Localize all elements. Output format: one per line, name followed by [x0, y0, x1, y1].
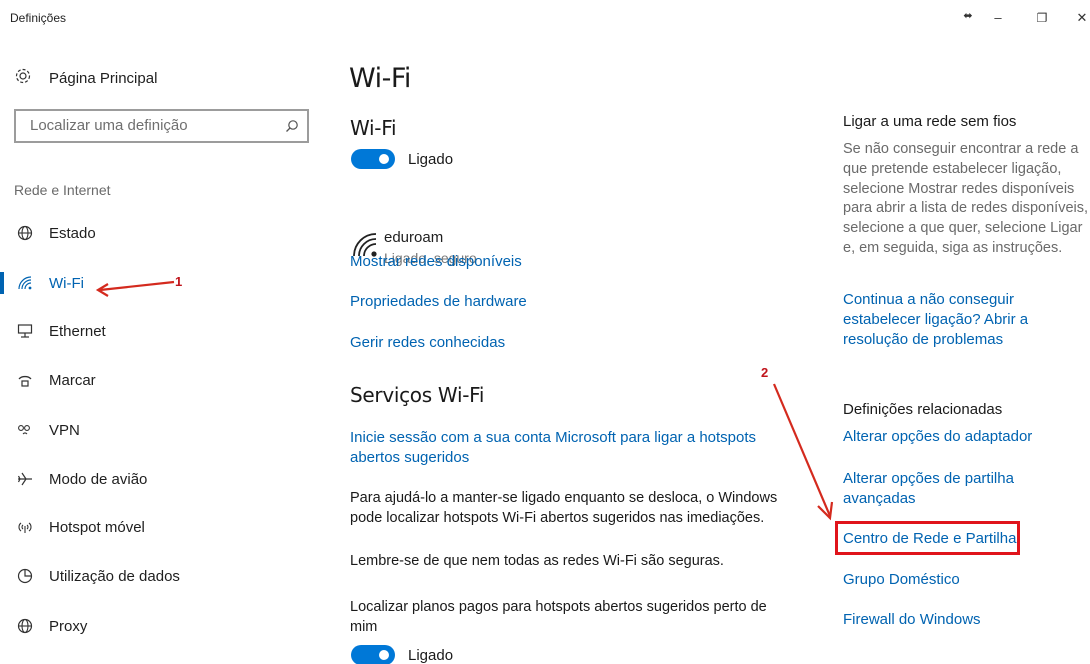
close-button[interactable]: ✕ [1070, 6, 1090, 30]
sidebar-item-estado[interactable]: Estado [0, 218, 320, 248]
window-title: Definições [10, 11, 67, 25]
home-label: Página Principal [49, 69, 158, 87]
vpn-icon [15, 420, 35, 440]
annotation-marker-1: 1 [175, 274, 183, 289]
sidebar-item-label: Marcar [49, 371, 96, 389]
annotation-marker-2: 2 [761, 365, 769, 380]
ethernet-icon [15, 321, 35, 341]
sidebar-item-label: Hotspot móvel [49, 518, 145, 536]
hardware-properties-link[interactable]: Propriedades de hardware [350, 292, 527, 312]
sidebar-item-label: Proxy [49, 617, 88, 635]
airplane-icon [15, 469, 35, 489]
home-nav-item[interactable]: Página Principal [14, 66, 157, 90]
network-name[interactable]: eduroam [384, 229, 443, 246]
homegroup-link[interactable]: Grupo Doméstico [843, 570, 960, 590]
security-warning: Lembre-se de que nem todas as redes Wi-F… [350, 553, 724, 569]
sidebar-item-label: VPN [49, 421, 80, 439]
change-adapter-options-link[interactable]: Alterar opções do adaptador [843, 427, 1032, 447]
hotspot-description: Para ajudá-lo a manter-se ligado enquant… [350, 490, 778, 526]
annotation-arrow-1 [95, 280, 175, 297]
paid-plans-text: Localizar planos pagos para hotspots abe… [350, 599, 767, 635]
sidebar-item-hotspot[interactable]: Hotspot móvel [0, 512, 320, 542]
search-input[interactable]: Localizar uma definição [14, 109, 309, 143]
sidebar-item-label: Wi-Fi [49, 274, 84, 292]
minimize-button[interactable]: – [986, 6, 1010, 30]
wifi-services-heading: Serviços Wi-Fi [350, 383, 485, 407]
paid-plans-toggle[interactable] [351, 645, 395, 664]
maximize-button[interactable]: ❐ [1030, 6, 1054, 30]
advanced-sharing-options-link[interactable]: Alterar opções de partilha avançadas [843, 469, 1043, 509]
gear-icon [14, 67, 32, 90]
paid-plans-toggle-label: Ligado [408, 647, 454, 664]
globe-icon [15, 223, 35, 243]
sidebar-item-ethernet[interactable]: Ethernet [0, 316, 320, 346]
page-title: Wi-Fi [349, 63, 411, 94]
windows-firewall-link[interactable]: Firewall do Windows [843, 610, 981, 630]
proxy-globe-icon [15, 616, 35, 636]
sidebar: Página Principal Localizar uma definição… [0, 34, 330, 664]
show-networks-link[interactable]: Mostrar redes disponíveis [350, 252, 522, 272]
annotation-arrow-2 [772, 383, 834, 521]
title-bar: Definições ⬌ – ❐ ✕ [0, 0, 1090, 34]
section-label: Rede e Internet [14, 182, 111, 198]
wifi-heading: Wi-Fi [350, 116, 397, 140]
annotation-highlight-box [835, 521, 1020, 555]
resize-arrows-icon[interactable]: ⬌ [956, 4, 980, 28]
connect-wireless-title: Ligar a uma rede sem fios [843, 113, 1017, 130]
data-usage-icon [15, 566, 35, 586]
microsoft-signin-link[interactable]: Inicie sessão com a sua conta Microsoft … [350, 428, 790, 468]
connect-wireless-text: Se não conseguir encontrar a rede a que … [843, 141, 1089, 256]
sidebar-item-label: Utilização de dados [49, 567, 180, 585]
manage-known-networks-link[interactable]: Gerir redes conhecidas [350, 333, 505, 353]
search-icon[interactable] [285, 119, 299, 138]
wifi-icon [15, 273, 35, 293]
sidebar-item-label: Estado [49, 224, 96, 242]
sidebar-item-marcar[interactable]: Marcar [0, 365, 320, 395]
troubleshoot-link[interactable]: Continua a não conseguir estabelecer lig… [843, 290, 1053, 350]
search-placeholder: Localizar uma definição [30, 117, 188, 134]
sidebar-item-label: Ethernet [49, 322, 106, 340]
sidebar-item-utilizacao-dados[interactable]: Utilização de dados [0, 561, 320, 591]
sidebar-item-vpn[interactable]: VPN [0, 415, 320, 445]
sidebar-item-label: Modo de avião [49, 470, 148, 488]
dialup-icon [15, 370, 35, 390]
wifi-toggle-label: Ligado [408, 151, 454, 168]
wifi-toggle[interactable] [351, 149, 395, 169]
hotspot-icon [15, 517, 35, 537]
sidebar-item-modo-aviao[interactable]: Modo de avião [0, 464, 320, 494]
related-settings-title: Definições relacionadas [843, 401, 1003, 418]
sidebar-item-proxy[interactable]: Proxy [0, 611, 320, 641]
